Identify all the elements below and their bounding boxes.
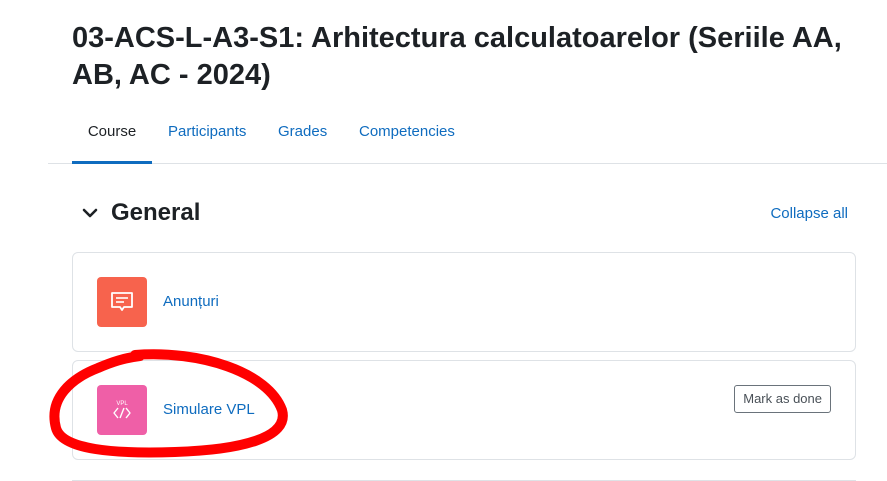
vpl-icon-label: VPL	[116, 401, 128, 407]
activity-item: VPL Simulare VPL Mark as done	[72, 360, 856, 460]
forum-icon[interactable]	[97, 277, 147, 327]
page-title: 03-ACS-L-A3-S1: Arhitectura calculatoare…	[72, 22, 842, 91]
section-header: General	[80, 195, 200, 231]
mark-as-done-button[interactable]: Mark as done	[734, 385, 831, 413]
vpl-icon[interactable]: VPL	[97, 385, 147, 435]
activity-item: Anunțuri	[72, 252, 856, 352]
tab-participants[interactable]: Participants	[168, 112, 246, 163]
tab-grades[interactable]: Grades	[278, 112, 327, 163]
chevron-down-icon[interactable]	[80, 203, 100, 223]
course-page: 03-ACS-L-A3-S1: Arhitectura calculatoare…	[0, 0, 887, 481]
tab-course[interactable]: Course	[72, 112, 152, 164]
collapse-all-link[interactable]: Collapse all	[770, 205, 848, 222]
activity-link-simulare-vpl[interactable]: Simulare VPL	[163, 401, 255, 418]
activity-link-anunturi[interactable]: Anunțuri	[163, 293, 219, 310]
course-nav-tabs: Course Participants Grades Competencies	[48, 112, 887, 164]
section-title: General	[111, 199, 201, 226]
tab-competencies[interactable]: Competencies	[359, 112, 455, 163]
